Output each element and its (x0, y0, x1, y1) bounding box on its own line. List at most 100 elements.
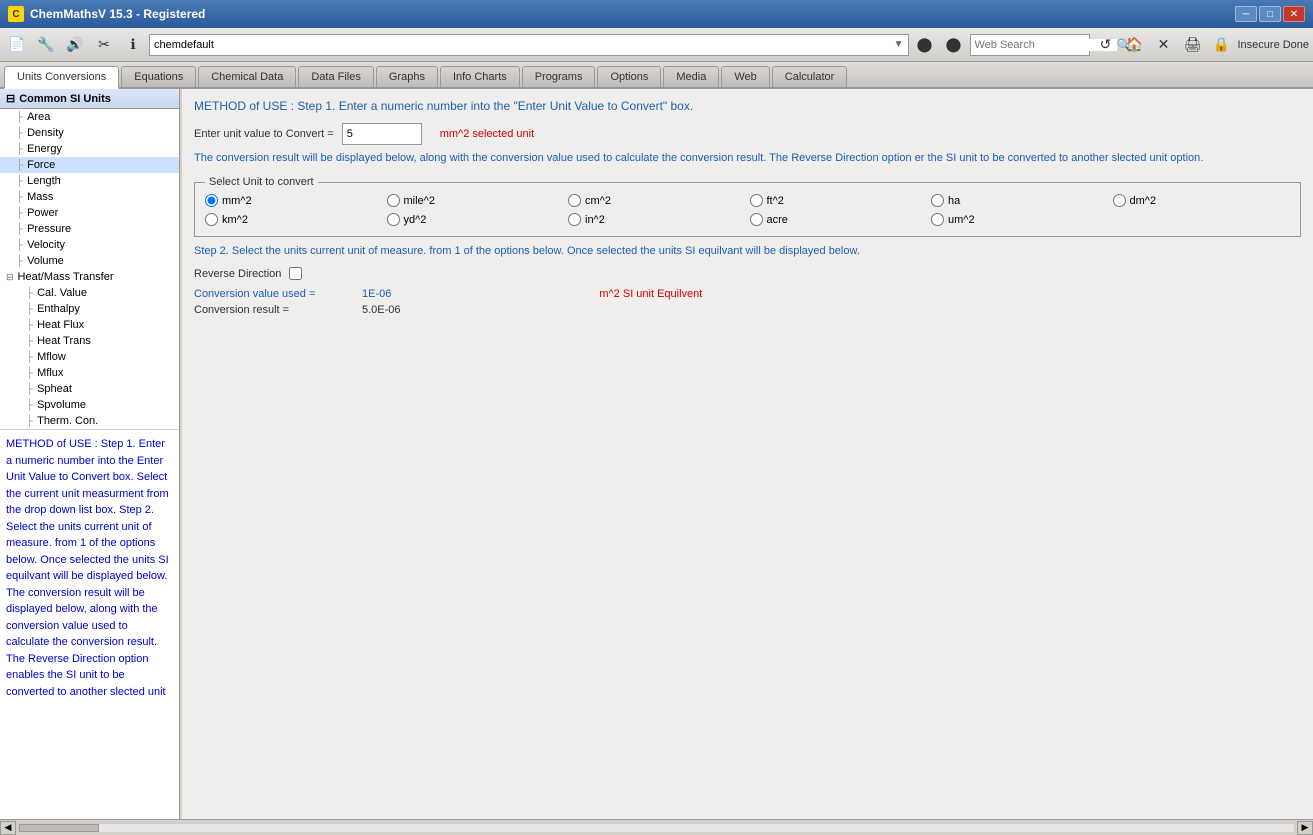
info-btn[interactable]: ℹ (120, 32, 146, 58)
tab-info-charts[interactable]: Info Charts (440, 66, 520, 87)
address-dropdown[interactable]: ▼ (894, 39, 904, 50)
settings-btn[interactable]: 🔧 (33, 32, 59, 58)
step2-text: Step 2. Select the units current unit of… (194, 245, 1301, 257)
minimize-button[interactable]: ─ (1235, 6, 1257, 22)
tree-connector: ├ (26, 352, 33, 363)
sidebar-item-mflux[interactable]: ├ Mflux (0, 365, 179, 381)
sidebar-item-therm--con-[interactable]: ├ Therm. Con. (0, 413, 179, 429)
new-btn[interactable]: 📄 (4, 32, 30, 58)
radio-ft^2[interactable] (750, 194, 763, 207)
unit-selection-group: Select Unit to convert mm^2mile^2cm^2ft^… (194, 176, 1301, 237)
sidebar-item-heat-flux[interactable]: ├ Heat Flux (0, 317, 179, 333)
sidebar-item-density[interactable]: ├ Density (0, 125, 179, 141)
tree-connector: ├ (16, 160, 23, 171)
unit-option-dm^2[interactable]: dm^2 (1113, 194, 1291, 207)
unit-option-ha[interactable]: ha (931, 194, 1109, 207)
scroll-track-h (18, 823, 1295, 833)
tree-connector: ├ (26, 384, 33, 395)
main-container: Units ConversionsEquationsChemical DataD… (0, 62, 1313, 835)
refresh-next-btn[interactable]: ⬤ (941, 32, 967, 58)
share-btn[interactable]: ✂ (91, 32, 117, 58)
sidebar-item-heat-mass-transfer[interactable]: ⊟ Heat/Mass Transfer (0, 269, 179, 285)
tab-graphs[interactable]: Graphs (376, 66, 438, 87)
unit-option-empty (1113, 213, 1291, 226)
unit-option-ft^2[interactable]: ft^2 (750, 194, 928, 207)
tab-chemical-data[interactable]: Chemical Data (198, 66, 296, 87)
radio-mile^2[interactable] (387, 194, 400, 207)
unit-option-in^2[interactable]: in^2 (568, 213, 746, 226)
scroll-left-btn[interactable]: ◀ (0, 821, 16, 835)
tree-connector: ├ (26, 368, 33, 379)
unit-option-mile^2[interactable]: mile^2 (387, 194, 565, 207)
radio-cm^2[interactable] (568, 194, 581, 207)
sidebar-item-spheat[interactable]: ├ Spheat (0, 381, 179, 397)
tree-connector: ├ (16, 240, 23, 251)
scroll-thumb-h[interactable] (19, 824, 99, 832)
radio-mm^2[interactable] (205, 194, 218, 207)
tab-equations[interactable]: Equations (121, 66, 196, 87)
sidebar-item-area[interactable]: ├ Area (0, 109, 179, 125)
search-box[interactable]: 🔍 (970, 34, 1090, 56)
unit-option-acre[interactable]: acre (750, 213, 928, 226)
conv-result-row: Conversion result = 5.0E-06 (194, 304, 1301, 316)
reverse-checkbox[interactable] (289, 267, 302, 280)
unit-option-um^2[interactable]: um^2 (931, 213, 1109, 226)
sidebar-item-power[interactable]: ├ Power (0, 205, 179, 221)
sidebar-item-enthalpy[interactable]: ├ Enthalpy (0, 301, 179, 317)
sidebar-item-length[interactable]: ├ Length (0, 173, 179, 189)
sidebar-item-velocity[interactable]: ├ Velocity (0, 237, 179, 253)
conv-result-label: Conversion result = (194, 304, 354, 316)
done-text: Done (1283, 39, 1309, 51)
address-input[interactable] (154, 39, 890, 51)
sidebar-item-pressure[interactable]: ├ Pressure (0, 221, 179, 237)
selected-unit-text: mm^2 selected unit (440, 128, 534, 140)
sidebar-help: METHOD of USE : Step 1. Enter a numeric … (0, 430, 179, 819)
tab-options[interactable]: Options (597, 66, 661, 87)
scroll-right-btn[interactable]: ▶ (1297, 821, 1313, 835)
print-btn[interactable]: 🖨 (1180, 32, 1206, 58)
tab-web[interactable]: Web (721, 66, 769, 87)
sidebar-item-spvolume[interactable]: ├ Spvolume (0, 397, 179, 413)
sidebar-item-mass[interactable]: ├ Mass (0, 189, 179, 205)
unit-option-km^2[interactable]: km^2 (205, 213, 383, 226)
tree-connector: ├ (16, 176, 23, 187)
unit-value-input[interactable] (342, 123, 422, 145)
unit-option-mm^2[interactable]: mm^2 (205, 194, 383, 207)
lock-btn[interactable]: 🔒 (1209, 32, 1235, 58)
input-row: Enter unit value to Convert = mm^2 selec… (194, 123, 1301, 145)
radio-dm^2[interactable] (1113, 194, 1126, 207)
radio-km^2[interactable] (205, 213, 218, 226)
sidebar-item-heat-trans[interactable]: ├ Heat Trans (0, 333, 179, 349)
radio-yd^2[interactable] (387, 213, 400, 226)
unit-option-cm^2[interactable]: cm^2 (568, 194, 746, 207)
audio-btn[interactable]: 🔊 (62, 32, 88, 58)
close-button[interactable]: ✕ (1283, 6, 1305, 22)
radio-ha[interactable] (931, 194, 944, 207)
tab-calculator[interactable]: Calculator (772, 66, 848, 87)
app-title: ChemMathsV 15.3 - Registered (30, 7, 205, 21)
refresh-prev-btn[interactable]: ⬤ (912, 32, 938, 58)
collapse-icon[interactable]: ⊟ (6, 92, 15, 105)
address-bar[interactable]: ▼ (149, 34, 909, 56)
sidebar-item-energy[interactable]: ├ Energy (0, 141, 179, 157)
sidebar-item-mflow[interactable]: ├ Mflow (0, 349, 179, 365)
tab-media[interactable]: Media (663, 66, 719, 87)
tab-data-files[interactable]: Data Files (298, 66, 374, 87)
unit-option-yd^2[interactable]: yd^2 (387, 213, 565, 226)
tab-programs[interactable]: Programs (522, 66, 596, 87)
stop-btn[interactable]: ✕ (1151, 32, 1177, 58)
reload-btn[interactable]: ↺ (1093, 32, 1119, 58)
sidebar-item-volume[interactable]: ├ Volume (0, 253, 179, 269)
unit-label-acre: acre (767, 214, 788, 226)
radio-um^2[interactable] (931, 213, 944, 226)
maximize-button[interactable]: □ (1259, 6, 1281, 22)
conv-value-row: Conversion value used = 1E-06 m^2 SI uni… (194, 288, 1301, 300)
sidebar-item-force[interactable]: ├ Force (0, 157, 179, 173)
radio-acre[interactable] (750, 213, 763, 226)
home-btn[interactable]: 🏠 (1122, 32, 1148, 58)
tab-units-conversions[interactable]: Units Conversions (4, 66, 119, 89)
sidebar-item-cal--value[interactable]: ├ Cal. Value (0, 285, 179, 301)
radio-in^2[interactable] (568, 213, 581, 226)
bottom-scrollbar[interactable]: ◀ ▶ (0, 819, 1313, 835)
main-panel: METHOD of USE : Step 1. Enter a numeric … (182, 89, 1313, 819)
